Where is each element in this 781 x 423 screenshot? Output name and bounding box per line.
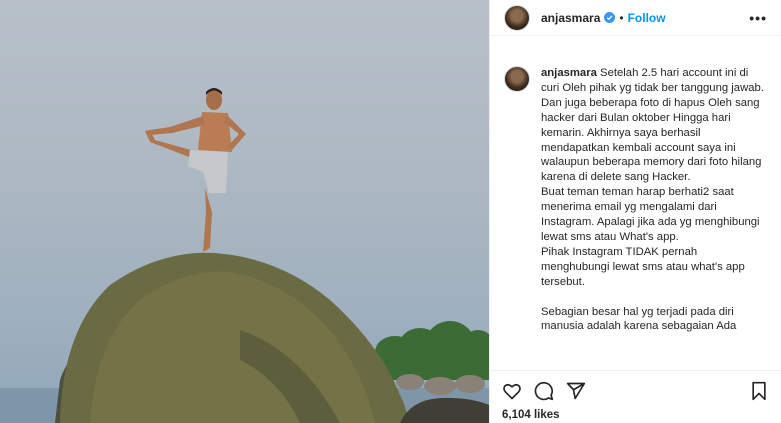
caption-avatar[interactable] bbox=[504, 66, 530, 92]
share-icon[interactable] bbox=[566, 381, 586, 401]
follow-button[interactable]: Follow bbox=[628, 11, 666, 25]
verified-badge-icon bbox=[604, 12, 616, 23]
comments-area[interactable]: anjasmara Setelah 2.5 hari account ini d… bbox=[490, 37, 781, 370]
caption: anjasmara Setelah 2.5 hari account ini d… bbox=[504, 66, 767, 334]
caption-text-block: anjasmara Setelah 2.5 hari account ini d… bbox=[541, 66, 767, 334]
comment-icon[interactable] bbox=[534, 381, 554, 401]
likes-count[interactable]: 6,104 likes bbox=[502, 409, 769, 421]
instagram-post: anjasmara • Follow ••• anjasmara Setelah… bbox=[0, 0, 781, 423]
caption-username[interactable]: anjasmara bbox=[541, 67, 597, 79]
photo-scene bbox=[0, 88, 489, 423]
more-options-icon[interactable]: ••• bbox=[749, 10, 767, 26]
avatar[interactable] bbox=[504, 4, 530, 31]
bookmark-icon[interactable] bbox=[749, 381, 769, 401]
post-side-panel: anjasmara • Follow ••• anjasmara Setelah… bbox=[489, 0, 781, 423]
action-icons bbox=[502, 379, 769, 403]
heart-icon[interactable] bbox=[502, 381, 522, 401]
post-photo[interactable] bbox=[0, 0, 489, 423]
caption-text: Setelah 2.5 hari account ini di curi Ole… bbox=[541, 67, 764, 333]
username-link[interactable]: anjasmara bbox=[541, 11, 600, 25]
separator-dot: • bbox=[619, 10, 624, 25]
post-header: anjasmara • Follow ••• bbox=[490, 0, 781, 36]
action-bar: 6,104 likes bbox=[490, 370, 781, 423]
